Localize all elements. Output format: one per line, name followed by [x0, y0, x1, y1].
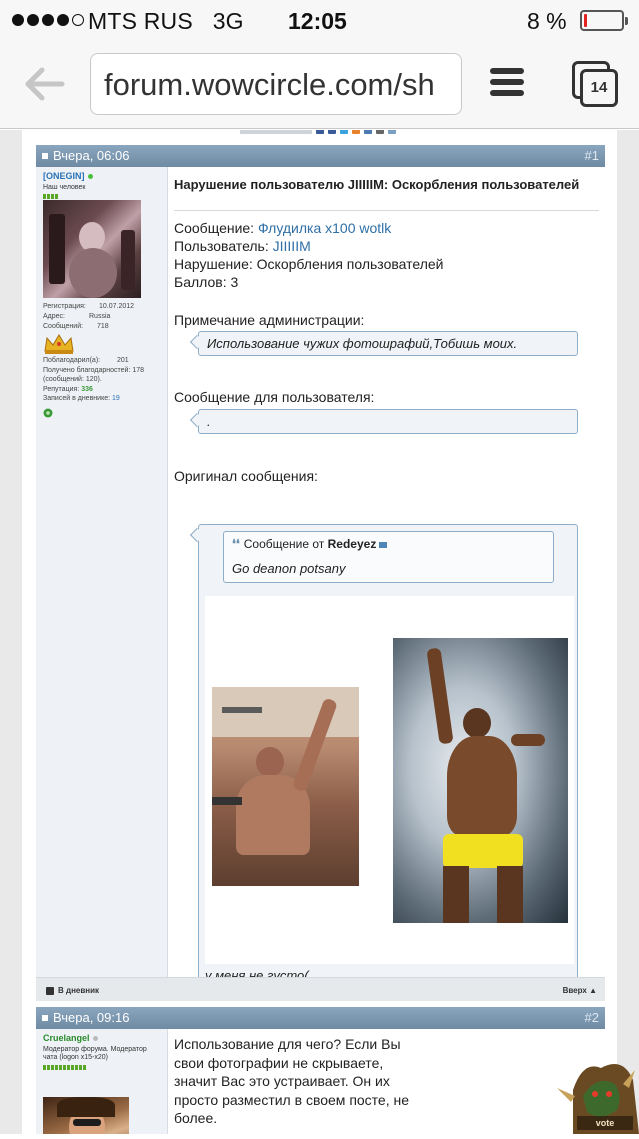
thanks-received: Получено благодарностей: 178	[43, 367, 145, 374]
signal-strength-icon	[12, 14, 84, 26]
violation-line: Нарушение: Оскорбления пользователей	[174, 256, 444, 272]
top-button[interactable]: Вверх ▲	[563, 986, 597, 995]
post-text: Использование для чего? Если Вы свои фот…	[174, 1036, 410, 1126]
online-status-icon	[92, 1036, 98, 1041]
post-header: Вчера, 06:06 #1	[36, 145, 605, 167]
post-number-link[interactable]: #2	[585, 1010, 599, 1025]
gym-photo-right	[393, 638, 568, 923]
diary-icon	[46, 986, 54, 995]
carrier-name: MTS RUS	[88, 8, 193, 34]
user-rank: Модератор форума. Модератор чата (logon …	[43, 1046, 147, 1061]
award-icon	[43, 405, 53, 418]
diary-button[interactable]: В дневник	[46, 986, 99, 995]
game-logo-badge: vote	[553, 1050, 639, 1134]
reputation-bar	[43, 1065, 86, 1070]
quote-text: Go deanon potsany	[232, 561, 346, 576]
online-status-icon	[87, 174, 93, 179]
post-content: Использование для чего? Если Вы свои фот…	[174, 1029, 605, 1134]
post-title: Нарушение пользователю JIIIIIM: Оскорбле…	[174, 177, 580, 192]
tab-count: 14	[580, 69, 618, 107]
post-marker-icon	[42, 153, 48, 159]
post-number-link[interactable]: #1	[585, 148, 599, 163]
user-info-panel: Cruelangel Модератор форума. Модератор ч…	[36, 1029, 168, 1134]
original-message-label: Оригинал сообщения:	[174, 468, 318, 484]
battery-percent: 8 %	[527, 8, 567, 34]
user-info-panel: [ONEGIN] Наш человек Регистрация: 10.07.2…	[36, 167, 168, 977]
username-link[interactable]: [ONEGIN]	[43, 171, 93, 181]
reputation: Репутация: 336	[43, 386, 93, 393]
post-content: Нарушение пользователю JIIIIIM: Оскорбле…	[174, 167, 605, 985]
attached-image[interactable]	[205, 596, 574, 964]
address-bar[interactable]: forum.wowcircle.com/sh	[90, 53, 462, 115]
message-link[interactable]: Флудилка x100 wotlk	[258, 220, 391, 236]
admin-note-text: Использование чужих фотошрафий,Тобишь мо…	[207, 336, 518, 351]
network-type: 3G	[212, 8, 244, 34]
quote-icon: ❛❛	[232, 537, 240, 551]
user-rank: Наш человек	[43, 184, 86, 191]
username-text: [ONEGIN]	[43, 171, 85, 181]
message-count: Сообщений: 718	[43, 323, 109, 330]
status-time: 12:05	[288, 8, 347, 34]
post-footer: В дневник Вверх ▲	[36, 977, 605, 1001]
menu-icon[interactable]	[490, 68, 524, 100]
message-line: Сообщение: Флудилка x100 wotlk	[174, 220, 392, 236]
reg-date: Регистрация: 10.07.2012	[43, 303, 135, 310]
quote-header: ❛❛ Сообщение от Redeyez	[232, 537, 388, 551]
user-address: Адрес: Russia	[43, 313, 111, 320]
quote-block: ❛❛ Сообщение от Redeyez Go deanon potsany	[223, 531, 554, 583]
username-link[interactable]: Cruelangel	[43, 1033, 98, 1043]
status-bar: MTS RUS 3G 12:05 8 %	[0, 0, 639, 40]
browser-toolbar: forum.wowcircle.com/sh 14	[0, 40, 639, 129]
title-divider	[174, 210, 599, 211]
points-line: Баллов: 3	[174, 274, 239, 290]
admin-note-box: Использование чужих фотошрафий,Тобишь мо…	[198, 331, 578, 356]
violator-link[interactable]: JIIIIIM	[273, 238, 311, 254]
original-message-box: ❛❛ Сообщение от Redeyez Go deanon potsany	[198, 524, 578, 985]
quote-author[interactable]: Redeyez	[328, 537, 377, 551]
post-header: Вчера, 09:16 #2	[36, 1007, 605, 1029]
thanked-count: Поблагодарил(а): 201	[43, 357, 129, 364]
user-message-text: .	[207, 414, 211, 429]
back-arrow-icon[interactable]	[22, 64, 66, 104]
url-text: forum.wowcircle.com/sh	[104, 67, 435, 102]
carrier-label: MTS RUS 3G	[88, 8, 244, 35]
battery-icon	[580, 10, 628, 31]
username-text: Cruelangel	[43, 1033, 90, 1043]
view-post-icon[interactable]	[379, 541, 388, 548]
reputation-bar	[43, 194, 58, 199]
web-page: Вчера, 06:06 #1 [ONEGIN] Наш человек Рег…	[0, 130, 639, 1134]
admin-note-label: Примечание администрации:	[174, 312, 365, 328]
post-date: Вчера, 06:06	[53, 148, 130, 163]
thanks-received-note: (сообщений: 120).	[43, 376, 102, 383]
post-marker-icon	[42, 1015, 48, 1021]
user-avatar[interactable]	[43, 1097, 129, 1134]
post-date: Вчера, 09:16	[53, 1010, 130, 1025]
user-message-label: Сообщение для пользователя:	[174, 389, 375, 405]
share-buttons[interactable]	[240, 130, 420, 136]
user-message-box: .	[198, 409, 578, 434]
forum-content: Вчера, 06:06 #1 [ONEGIN] Наш человек Рег…	[22, 130, 617, 1134]
diary-entries: Записей в дневнике: 19	[43, 395, 120, 402]
user-line: Пользователь: JIIIIIM	[174, 238, 311, 254]
crown-icon	[43, 333, 75, 355]
svg-text:vote: vote	[596, 1118, 615, 1128]
user-avatar[interactable]	[43, 200, 141, 298]
gym-photo-left	[212, 687, 359, 886]
tabs-button[interactable]: 14	[572, 61, 618, 107]
